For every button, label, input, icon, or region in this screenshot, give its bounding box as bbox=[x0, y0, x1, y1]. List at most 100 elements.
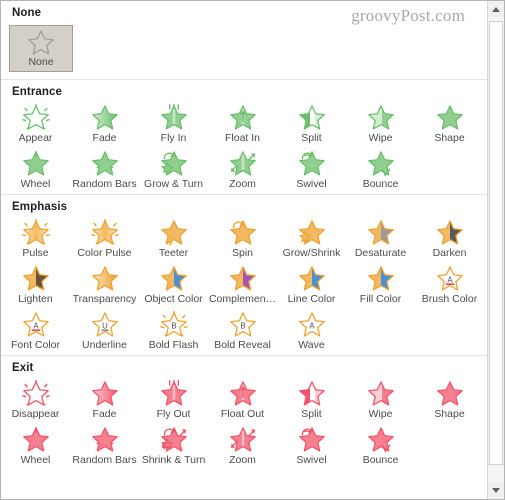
star-split-icon bbox=[295, 104, 329, 131]
animation-item-shrink-turn[interactable]: Shrink & Turn bbox=[139, 424, 208, 470]
star-float-out-icon bbox=[226, 380, 260, 407]
animation-item-bounce[interactable]: Bounce bbox=[346, 148, 415, 194]
star-color-pulse-icon bbox=[88, 219, 122, 246]
animation-item-grow-shrink[interactable]: Grow/Shrink bbox=[277, 217, 346, 263]
animation-item-label: Grow/Shrink bbox=[282, 247, 341, 259]
animation-item-label: Zoom bbox=[229, 178, 256, 190]
animation-item-grow-turn[interactable]: Grow & Turn bbox=[139, 148, 208, 194]
animation-item-fade[interactable]: Fade bbox=[70, 378, 139, 424]
animation-item-appear[interactable]: Appear bbox=[1, 102, 70, 148]
animation-item-label: Wheel bbox=[20, 178, 51, 190]
animation-item-color-pulse[interactable]: Color Pulse bbox=[70, 217, 139, 263]
star-spin-icon bbox=[226, 219, 260, 246]
animation-item-label: Swivel bbox=[296, 454, 327, 466]
animation-item-fly-out[interactable]: Fly Out bbox=[139, 378, 208, 424]
section-entrance: Entrance Appear Fade Fly In Float In Split Wip… bbox=[1, 79, 489, 194]
star-fly-out-icon bbox=[157, 380, 191, 407]
animation-item-random-bars[interactable]: Random Bars bbox=[70, 148, 139, 194]
animation-item-object-color[interactable]: Object Color bbox=[139, 263, 208, 309]
animation-item-float-out[interactable]: Float Out bbox=[208, 378, 277, 424]
animation-item-split[interactable]: Split bbox=[277, 102, 346, 148]
animation-item-bold-reveal[interactable]: B Bold Reveal bbox=[208, 309, 277, 355]
animation-item-wave[interactable]: A Wave bbox=[277, 309, 346, 355]
animation-item-label: Shape bbox=[434, 132, 465, 144]
animation-item-label: Transparency bbox=[72, 293, 137, 305]
star-float-in-icon bbox=[226, 104, 260, 131]
star-wipe-icon bbox=[364, 104, 398, 131]
star-wipe-icon bbox=[364, 380, 398, 407]
animation-item-shape[interactable]: Shape bbox=[415, 102, 484, 148]
animation-item-fill-color[interactable]: Fill Color bbox=[346, 263, 415, 309]
star-random-bars-icon bbox=[88, 150, 122, 177]
scroll-up-button[interactable] bbox=[488, 1, 504, 18]
animation-item-teeter[interactable]: Teeter bbox=[139, 217, 208, 263]
animation-row: A Font Color U Underline B Bold Flash B Bold Re… bbox=[1, 309, 489, 355]
section-exit: Exit Disappear Fade Fly Out Float Out Split Wi… bbox=[1, 355, 489, 470]
animation-gallery-panel: groovyPost.com None None Entrance Appear Fad… bbox=[0, 0, 505, 500]
animation-item-line-color[interactable]: Line Color bbox=[277, 263, 346, 309]
animation-item-font-color[interactable]: A Font Color bbox=[1, 309, 70, 355]
animation-item-label: Split bbox=[301, 132, 322, 144]
animation-item-shape[interactable]: Shape bbox=[415, 378, 484, 424]
animation-item-zoom[interactable]: Zoom bbox=[208, 424, 277, 470]
star-burst-icon bbox=[19, 380, 53, 407]
animation-item-pulse[interactable]: Pulse bbox=[1, 217, 70, 263]
star-zoom-icon bbox=[226, 150, 260, 177]
animation-item-fade[interactable]: Fade bbox=[70, 102, 139, 148]
animation-item-disappear[interactable]: Disappear bbox=[1, 378, 70, 424]
star-wave-icon: A bbox=[295, 311, 329, 338]
animation-item-label: Swivel bbox=[296, 178, 327, 190]
animation-item-wipe[interactable]: Wipe bbox=[346, 378, 415, 424]
svg-text:B: B bbox=[240, 321, 245, 330]
svg-text:A: A bbox=[33, 321, 39, 330]
animation-item-split[interactable]: Split bbox=[277, 378, 346, 424]
scrollbar-thumb[interactable] bbox=[489, 21, 503, 465]
animation-item-swivel[interactable]: Swivel bbox=[277, 148, 346, 194]
star-zoom-icon bbox=[226, 426, 260, 453]
animation-none-button[interactable]: None bbox=[9, 25, 73, 72]
animation-item-bounce[interactable]: Bounce bbox=[346, 424, 415, 470]
animation-item-float-in[interactable]: Float In bbox=[208, 102, 277, 148]
animation-item-wheel[interactable]: Wheel bbox=[1, 148, 70, 194]
star-fade-icon bbox=[88, 104, 122, 131]
animation-item-desaturate[interactable]: Desaturate bbox=[346, 217, 415, 263]
star-pulse-icon bbox=[19, 219, 53, 246]
vertical-scrollbar[interactable] bbox=[487, 1, 504, 499]
svg-text:U: U bbox=[102, 321, 108, 330]
section-none: None None bbox=[1, 1, 489, 79]
animation-row: Appear Fade Fly In Float In Split Wipe Shape bbox=[1, 102, 489, 148]
animation-item-label: Bounce bbox=[362, 454, 399, 466]
svg-text:B: B bbox=[171, 321, 176, 330]
animation-item-label: Float In bbox=[224, 132, 261, 144]
star-complementary-color-icon bbox=[226, 265, 260, 292]
animation-item-wipe[interactable]: Wipe bbox=[346, 102, 415, 148]
animation-row: Pulse Color Pulse Teeter Spin Grow/Shrink Des… bbox=[1, 217, 489, 263]
star-shape-icon bbox=[433, 104, 467, 131]
animation-item-fly-in[interactable]: Fly In bbox=[139, 102, 208, 148]
animation-item-wheel[interactable]: Wheel bbox=[1, 424, 70, 470]
animation-item-underline[interactable]: U Underline bbox=[70, 309, 139, 355]
animation-item-brush-color[interactable]: A Brush Color bbox=[415, 263, 484, 309]
animation-item-lighten[interactable]: Lighten bbox=[1, 263, 70, 309]
animation-item-complemen[interactable]: Complemen… bbox=[208, 263, 277, 309]
animation-item-bold-flash[interactable]: B Bold Flash bbox=[139, 309, 208, 355]
star-shape-icon bbox=[433, 380, 467, 407]
star-object-color-icon bbox=[157, 265, 191, 292]
scroll-down-button[interactable] bbox=[488, 482, 504, 499]
animation-item-label: Font Color bbox=[10, 339, 61, 351]
section-emphasis: Emphasis Pulse Color Pulse Teeter Spin Grow/S… bbox=[1, 194, 489, 355]
animation-item-label: Lighten bbox=[18, 293, 53, 305]
animation-item-label: Fly In bbox=[160, 132, 187, 144]
star-wheel-icon bbox=[19, 150, 53, 177]
animation-item-random-bars[interactable]: Random Bars bbox=[70, 424, 139, 470]
animation-row: Wheel Random Bars Grow & Turn Zoom Swivel Bou… bbox=[1, 148, 489, 194]
section-title-exit: Exit bbox=[12, 362, 34, 374]
animation-item-spin[interactable]: Spin bbox=[208, 217, 277, 263]
animation-item-swivel[interactable]: Swivel bbox=[277, 424, 346, 470]
animation-item-darken[interactable]: Darken bbox=[415, 217, 484, 263]
animation-item-zoom[interactable]: Zoom bbox=[208, 148, 277, 194]
animation-item-transparency[interactable]: Transparency bbox=[70, 263, 139, 309]
gallery-sections: None None Entrance Appear Fade Fly In Float In… bbox=[1, 1, 489, 470]
animation-row: Disappear Fade Fly Out Float Out Split Wipe Sh… bbox=[1, 378, 489, 424]
chevron-up-icon bbox=[492, 7, 500, 12]
